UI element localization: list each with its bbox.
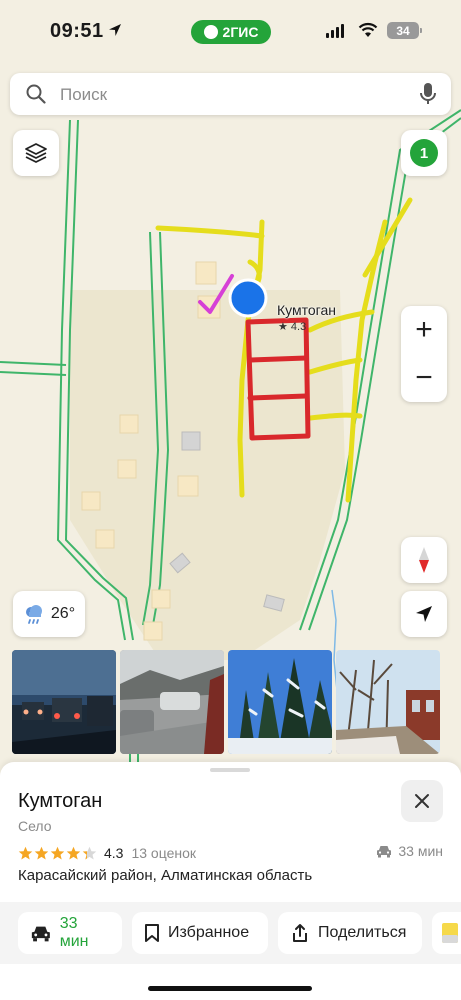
- wifi-icon: [358, 22, 378, 37]
- weather-temperature: 26°: [50, 605, 76, 622]
- share-label: Поделиться: [318, 924, 407, 941]
- compass-button[interactable]: [401, 537, 447, 583]
- map-place-rating: ★ 4.3: [278, 321, 307, 333]
- photo-strip: [12, 650, 440, 754]
- car-icon: [31, 926, 50, 942]
- notifications-count: 1: [410, 139, 438, 167]
- star-icon: [66, 846, 81, 859]
- place-card: Кумтоган Село 4.3 13 оценок 33 мин Карас…: [0, 762, 461, 1000]
- bookmark-icon: [145, 924, 159, 942]
- place-title: Кумтоган: [18, 790, 103, 812]
- zoom-controls: + −: [401, 306, 447, 402]
- photo-snowy-trees[interactable]: [228, 650, 332, 754]
- location-marker: [228, 278, 268, 318]
- share-button[interactable]: Поделиться: [278, 912, 422, 954]
- search-icon: [26, 84, 46, 104]
- sheet-drag-handle[interactable]: [210, 768, 250, 772]
- search-bar[interactable]: Поиск: [10, 73, 451, 115]
- favorite-button[interactable]: Избранное: [132, 912, 268, 954]
- drive-time-value: 33 мин: [398, 843, 443, 859]
- star-icon: [50, 846, 65, 859]
- car-icon: [377, 846, 392, 858]
- rating-stars: [18, 846, 97, 861]
- more-actions-button[interactable]: [432, 912, 461, 954]
- map-place-label[interactable]: Кумтоган: [277, 302, 336, 318]
- layers-icon: [25, 143, 47, 163]
- star-icon: [18, 846, 33, 859]
- settlement-area: [70, 290, 345, 660]
- app-return-label: 2ГИС: [222, 24, 259, 40]
- duck-logo-icon: [203, 25, 218, 39]
- route-button[interactable]: 33 мин: [18, 912, 122, 954]
- layers-button[interactable]: [13, 130, 59, 176]
- microphone-icon[interactable]: [419, 82, 437, 106]
- status-time: 09:51: [50, 20, 104, 42]
- note-icon: [442, 923, 458, 943]
- home-indicator: [148, 986, 312, 991]
- close-icon: [415, 794, 429, 808]
- location-services-icon: [109, 24, 121, 36]
- status-bar: 09:51 2ГИС 34: [0, 0, 461, 62]
- zoom-out-button[interactable]: −: [401, 354, 447, 402]
- close-button[interactable]: [401, 780, 443, 822]
- photo-traffic-evening[interactable]: [12, 650, 116, 754]
- star-icon: [82, 846, 97, 859]
- weather-widget[interactable]: 26°: [13, 591, 85, 637]
- route-time-label: 33 мин: [59, 915, 89, 950]
- star-icon: [34, 846, 49, 859]
- photo-village-street[interactable]: [336, 650, 440, 754]
- rating-value: 4.3: [104, 845, 124, 861]
- search-placeholder[interactable]: Поиск: [60, 85, 107, 105]
- my-location-button[interactable]: [401, 591, 447, 637]
- place-category: Село: [18, 818, 52, 834]
- drive-time-info: 33 мин: [376, 843, 443, 859]
- battery-indicator: 34: [387, 22, 422, 39]
- share-icon: [293, 924, 307, 942]
- zoom-in-button[interactable]: +: [401, 306, 447, 354]
- rating-row[interactable]: 4.3 13 оценок: [18, 843, 196, 863]
- review-count: 13 оценок: [131, 845, 197, 861]
- favorite-label: Избранное: [168, 924, 250, 941]
- rain-cloud-icon: [25, 605, 42, 624]
- app-return-badge[interactable]: 2ГИС: [191, 20, 271, 44]
- photo-road-car[interactable]: [120, 650, 224, 754]
- cellular-signal-icon: [326, 24, 344, 38]
- compass-icon: [419, 547, 429, 573]
- place-address: Карасайский район, Алматинская область: [18, 867, 313, 884]
- navigation-arrow-icon: [416, 606, 432, 622]
- notifications-button[interactable]: 1: [401, 130, 447, 176]
